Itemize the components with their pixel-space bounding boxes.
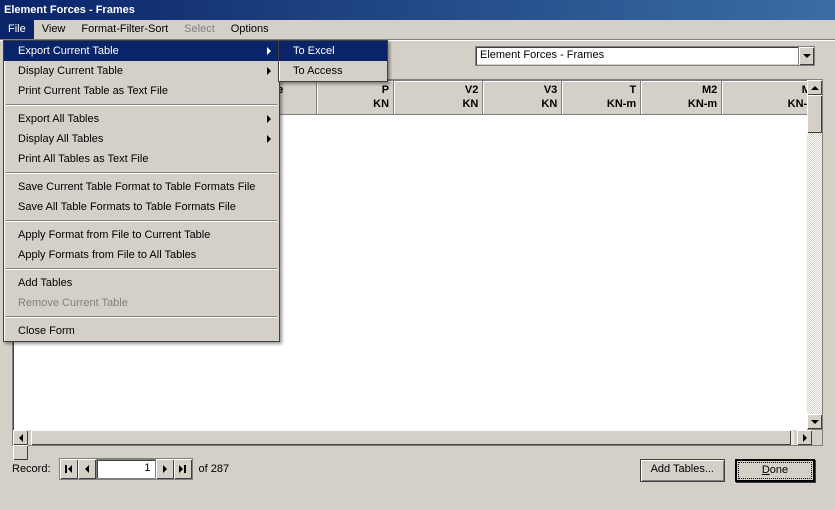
record-next-button[interactable] xyxy=(156,459,174,479)
vscroll-thumb[interactable] xyxy=(807,95,822,133)
vertical-scrollbar[interactable] xyxy=(807,79,823,430)
record-navigator: Record: 1 of 287 xyxy=(12,458,229,480)
menu-save-current-format[interactable]: Save Current Table Format to Table Forma… xyxy=(4,177,279,197)
menu-options[interactable]: Options xyxy=(223,20,277,39)
prev-icon xyxy=(85,465,89,473)
menu-save-all-formats[interactable]: Save All Table Formats to Table Formats … xyxy=(4,197,279,217)
scroll-down-button[interactable] xyxy=(807,414,822,429)
submenu-arrow-icon xyxy=(267,67,271,75)
first-icon xyxy=(68,465,72,473)
col-m2[interactable]: M2KN-m xyxy=(641,81,722,115)
menubar: File View Format-Filter-Sort Select Opti… xyxy=(0,20,835,40)
menu-print-all-tables[interactable]: Print All Tables as Text File xyxy=(4,149,279,169)
scroll-right-button[interactable] xyxy=(797,430,812,445)
record-prev-button[interactable] xyxy=(78,459,96,479)
menu-separator xyxy=(6,316,277,318)
submenu-to-excel[interactable]: To Excel xyxy=(279,41,387,61)
menu-separator xyxy=(6,220,277,222)
record-number-input[interactable]: 1 xyxy=(96,459,156,479)
chevron-down-icon xyxy=(803,54,811,58)
next-icon xyxy=(163,465,167,473)
scroll-up-button[interactable] xyxy=(807,80,822,95)
menu-file[interactable]: File xyxy=(0,20,34,39)
table-selector-wrap: Element Forces - Frames xyxy=(475,46,815,66)
menu-select: Select xyxy=(176,20,223,39)
triangle-left-icon xyxy=(19,434,23,442)
table-selector-combobox[interactable]: Element Forces - Frames xyxy=(475,46,815,66)
menu-separator xyxy=(6,172,277,174)
submenu-arrow-icon xyxy=(267,115,271,123)
done-button[interactable]: Done xyxy=(735,459,815,482)
table-selector-dropdown-button[interactable] xyxy=(798,47,814,65)
vscroll-track[interactable] xyxy=(807,95,822,414)
menu-apply-format-current[interactable]: Apply Format from File to Current Table xyxy=(4,225,279,245)
submenu-to-access[interactable]: To Access xyxy=(279,61,387,81)
menu-view[interactable]: View xyxy=(34,20,74,39)
triangle-right-icon xyxy=(803,434,807,442)
triangle-up-icon xyxy=(811,86,819,90)
record-first-button[interactable] xyxy=(60,459,78,479)
record-label: Record: xyxy=(12,463,51,475)
menu-export-all-tables[interactable]: Export All Tables xyxy=(4,109,279,129)
horizontal-scrollbar[interactable] xyxy=(12,430,823,446)
menu-add-tables[interactable]: Add Tables xyxy=(4,273,279,293)
file-menu-panel: Export Current Table Display Current Tab… xyxy=(3,40,280,342)
hscroll-thumb[interactable] xyxy=(31,430,791,445)
menu-close-form[interactable]: Close Form xyxy=(4,321,279,341)
submenu-arrow-icon xyxy=(267,135,271,143)
col-v3[interactable]: V3KN xyxy=(483,81,562,115)
col-t[interactable]: TKN-m xyxy=(562,81,641,115)
menu-export-current-table[interactable]: Export Current Table xyxy=(4,41,279,61)
record-last-button[interactable] xyxy=(174,459,192,479)
hscroll-track[interactable] xyxy=(31,430,794,445)
last-icon xyxy=(179,465,183,473)
submenu-arrow-icon xyxy=(267,47,271,55)
menu-display-all-tables[interactable]: Display All Tables xyxy=(4,129,279,149)
table-selector-text: Element Forces - Frames xyxy=(476,47,798,65)
window-titlebar: Element Forces - Frames xyxy=(0,0,835,20)
menu-remove-current-table: Remove Current Table xyxy=(4,293,279,313)
menu-separator xyxy=(6,268,277,270)
menu-print-current-table[interactable]: Print Current Table as Text File xyxy=(4,81,279,101)
record-nav-group: 1 xyxy=(59,458,193,480)
window-title: Element Forces - Frames xyxy=(4,4,135,16)
menu-separator xyxy=(6,104,277,106)
triangle-down-icon xyxy=(811,420,819,424)
done-text: one xyxy=(770,464,788,476)
menu-apply-format-all[interactable]: Apply Formats from File to All Tables xyxy=(4,245,279,265)
record-of-label: of 287 xyxy=(199,463,230,475)
bottom-buttons: Add Tables... Done xyxy=(640,459,815,482)
add-tables-button[interactable]: Add Tables... xyxy=(640,459,725,482)
menu-display-current-table[interactable]: Display Current Table xyxy=(4,61,279,81)
menu-format-filter-sort[interactable]: Format-Filter-Sort xyxy=(73,20,176,39)
col-p[interactable]: PKN xyxy=(317,81,394,115)
col-v2[interactable]: V2KN xyxy=(394,81,483,115)
scroll-left-button[interactable] xyxy=(13,430,28,445)
export-submenu-panel: To Excel To Access xyxy=(278,40,388,82)
